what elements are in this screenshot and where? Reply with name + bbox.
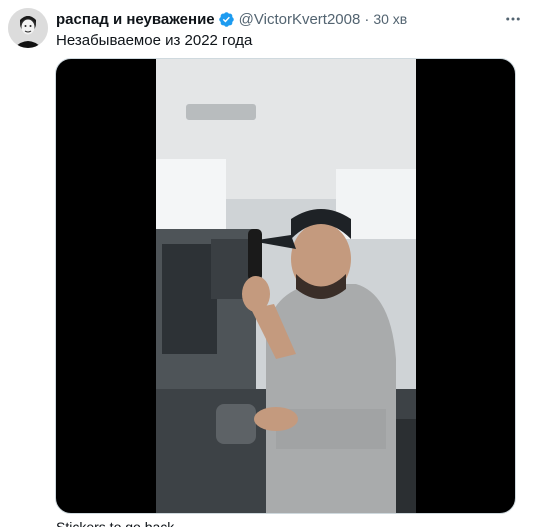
more-dots-icon (506, 17, 520, 21)
media-caption-cut: Stickers to go back ... (56, 519, 190, 527)
more-options-button[interactable] (502, 8, 524, 30)
video-still-image (156, 59, 416, 513)
tweet-text: Незабываемое из 2022 года (56, 32, 253, 49)
user-handle[interactable]: @VictorKvert2008 (239, 11, 361, 28)
video-player[interactable] (55, 58, 516, 514)
avatar[interactable] (8, 8, 48, 48)
display-name[interactable]: распад и неуважение (56, 11, 215, 28)
tweet-header: распад и неуважение @VictorKvert2008 · 3… (56, 9, 407, 29)
verified-badge-icon (218, 11, 235, 28)
tweet-timestamp[interactable]: 30 хв (373, 11, 407, 27)
avatar-image (8, 8, 48, 48)
video-frame[interactable] (156, 59, 416, 513)
header-separator: · (364, 10, 370, 28)
tweet[interactable]: распад и неуважение @VictorKvert2008 · 3… (0, 0, 536, 527)
